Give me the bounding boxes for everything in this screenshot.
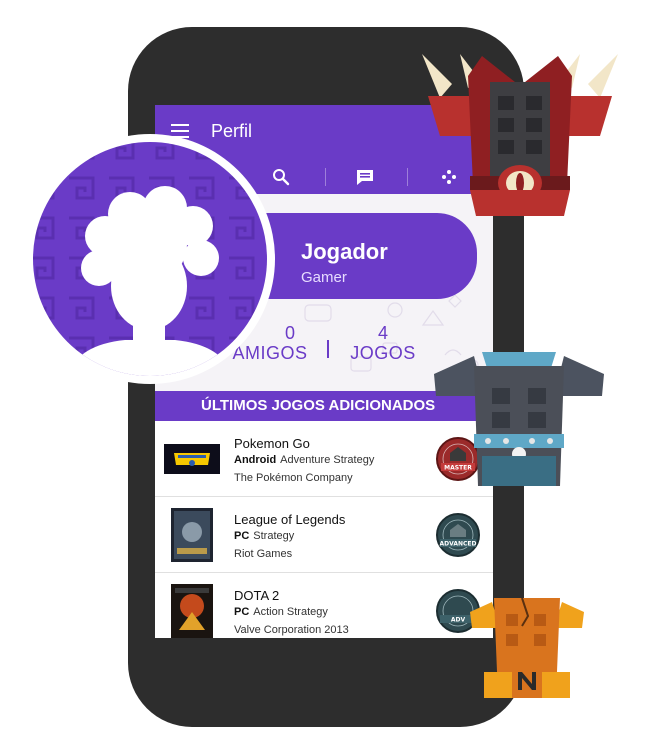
game-cover-league-of-legends [171,508,213,562]
red-horned-armor-icon [422,54,618,216]
avatar-silhouette-icon [33,142,267,376]
games-count: 4 [377,323,388,343]
game-genre: Strategy [253,530,295,542]
game-title: DOTA 2 [234,588,280,603]
game-developer: The Pokémon Company [234,472,353,484]
stats-separator [327,340,329,358]
advanced-badge-icon: ADVANCED [436,513,480,557]
game-title: Pokemon Go [234,436,310,451]
game-meta: PC Strategy [234,530,294,542]
steel-armor-icon [434,352,604,486]
game-cover-dota-2 [171,584,213,638]
game-meta: PC Action Strategy [234,606,328,618]
game-meta: Android Adventure Strategy [234,454,374,466]
game-genre: Action Strategy [253,606,328,618]
chat-icon [357,170,373,185]
orange-armor-icon [470,597,584,698]
game-developer: Riot Games [234,548,293,560]
player-tag: Gamer [301,269,347,286]
game-platform: PC [234,530,250,542]
games-stat[interactable]: 4 JOGOS [343,323,423,363]
list-item[interactable]: League of Legends PC Strategy Riot Games … [155,497,493,573]
game-platform: PC [234,606,250,618]
avatar[interactable] [25,134,275,384]
games-label: JOGOS [350,343,416,363]
tab-chat[interactable] [333,160,397,194]
game-platform: Android [234,454,277,466]
list-item[interactable]: DOTA 2 PC Action Strategy Valve Corporati… [155,573,493,638]
game-genre: Adventure Strategy [280,454,375,466]
player-name: Jogador [301,239,388,264]
game-cover-pokemon-go [164,444,220,474]
badge-label: ADVANCED [439,541,476,548]
tab-divider [407,168,408,186]
tab-divider [325,168,326,186]
game-developer: Valve Corporation 2013 [234,624,349,636]
game-title: League of Legends [234,512,346,527]
